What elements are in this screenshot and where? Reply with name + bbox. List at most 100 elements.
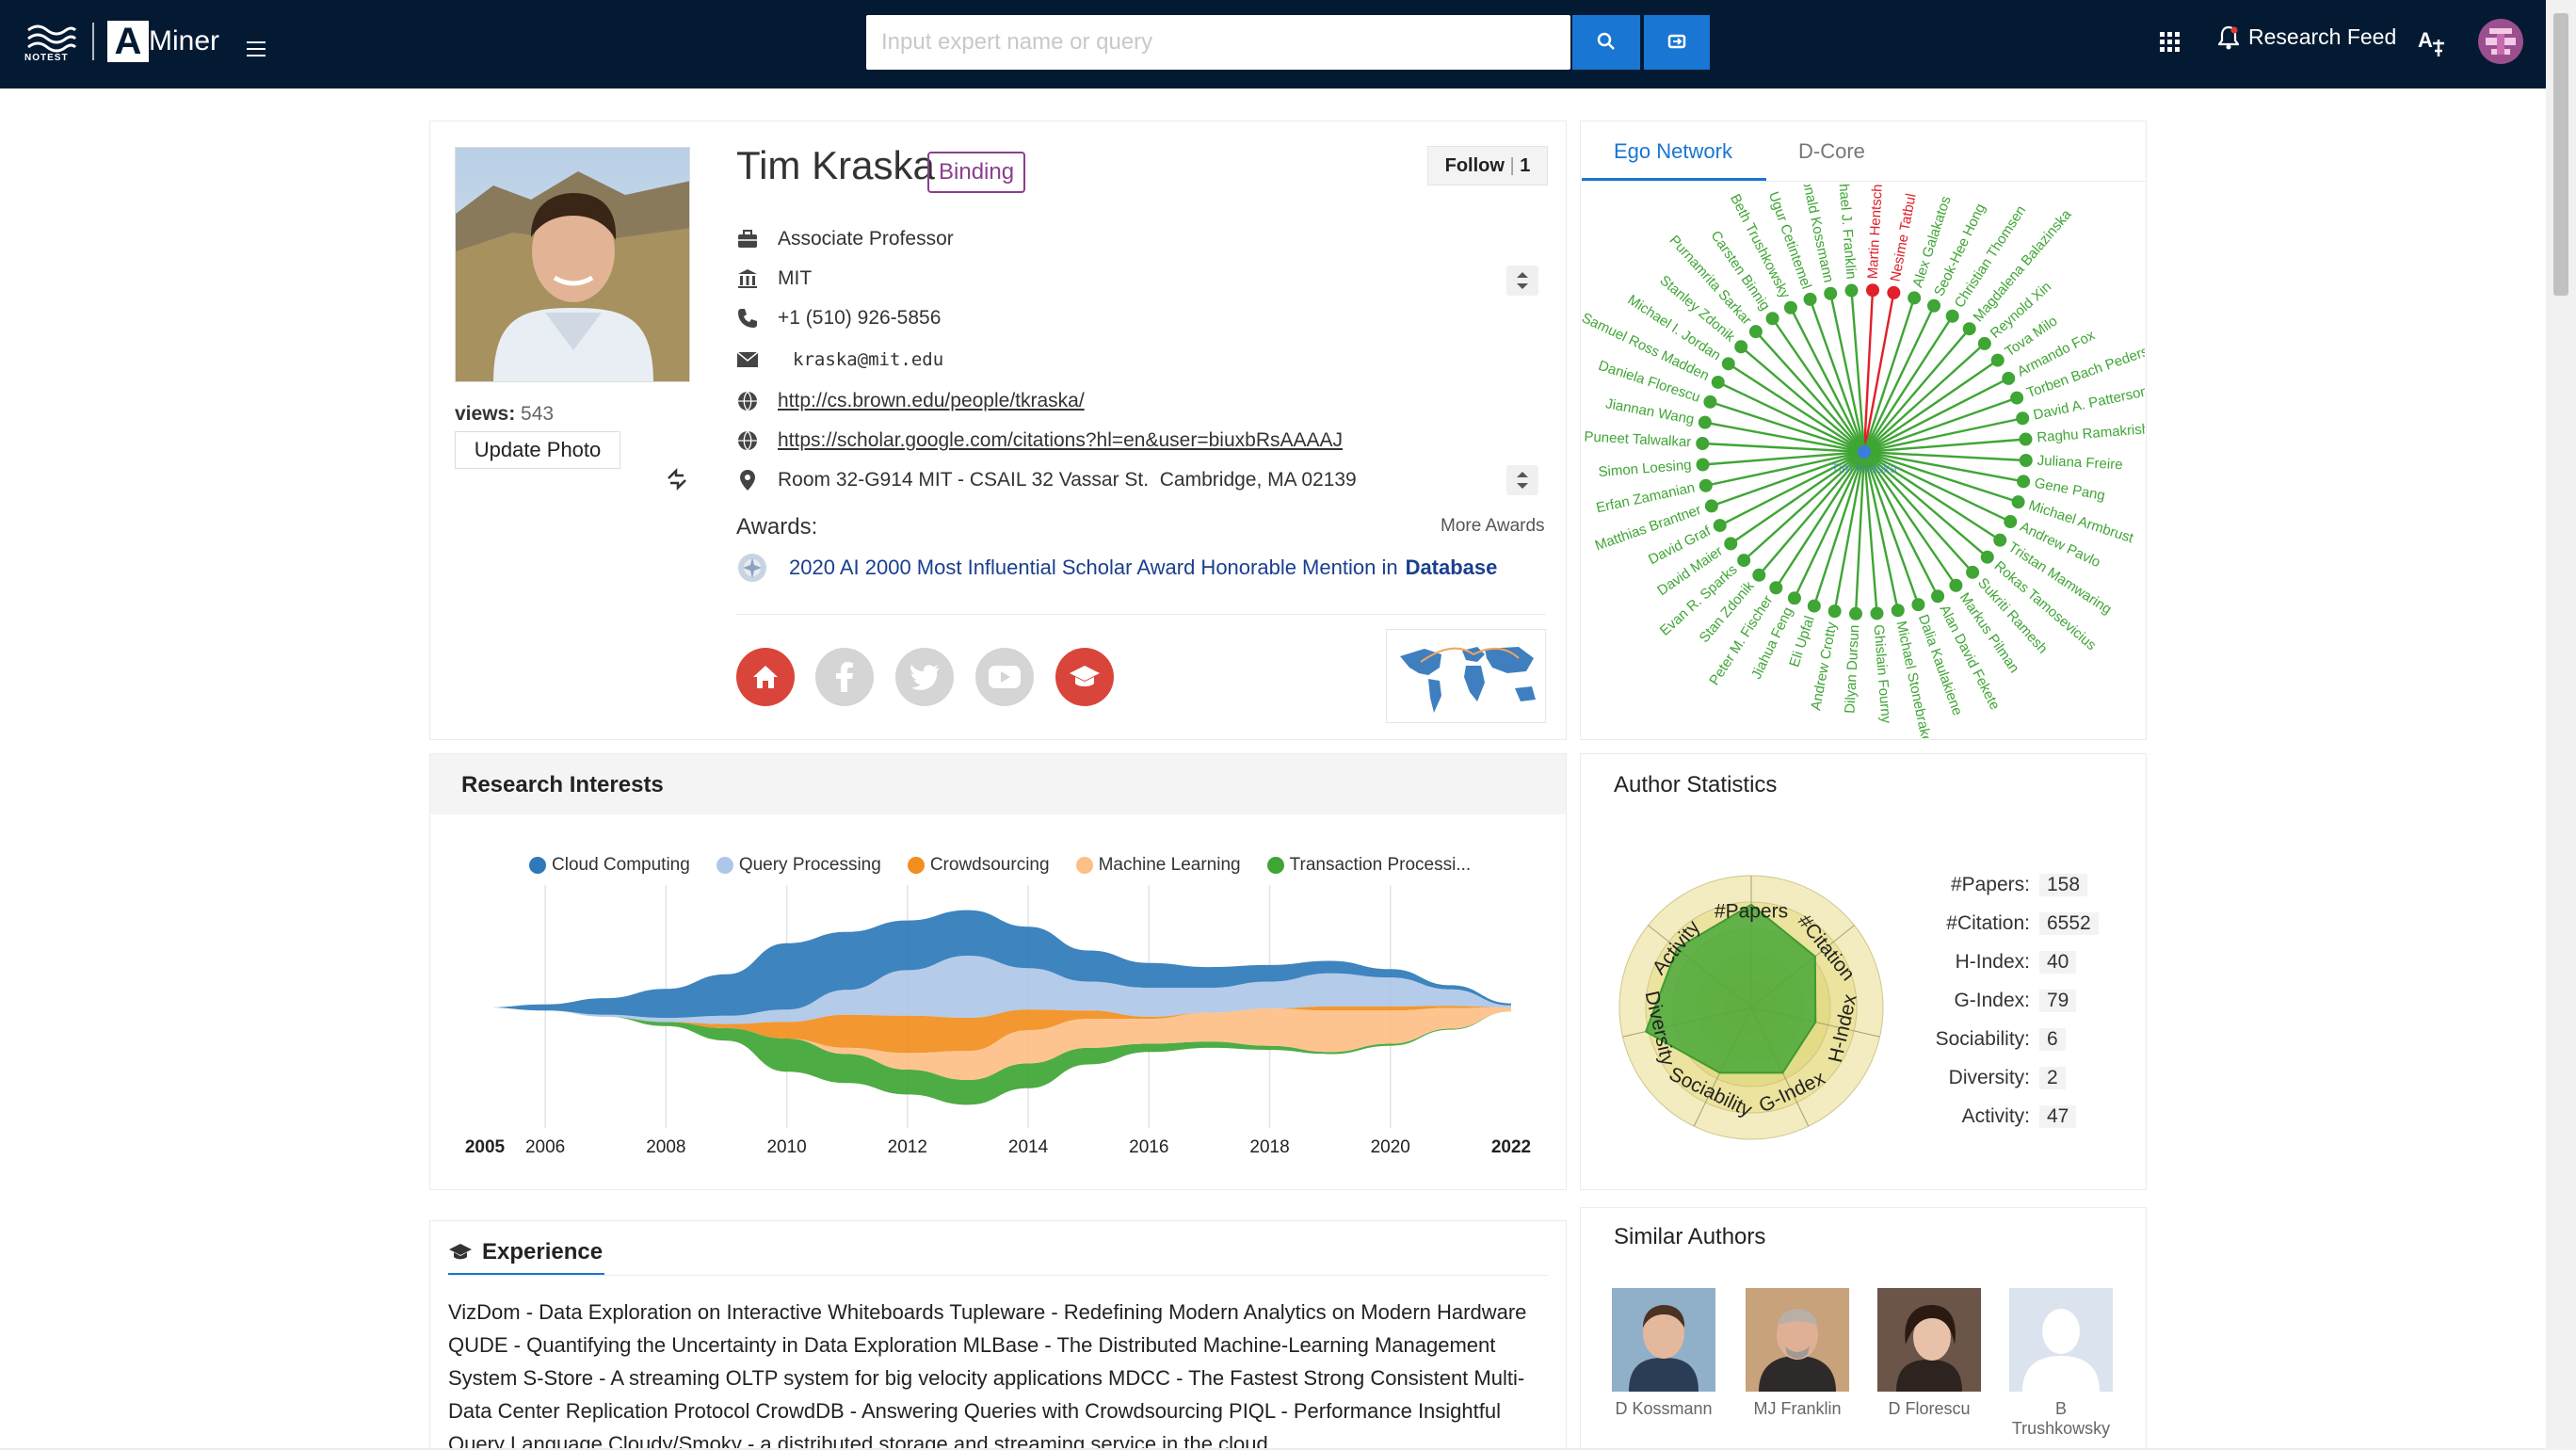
ego-node[interactable] [1866,283,1880,298]
ego-node[interactable] [2011,495,2025,509]
ego-node[interactable] [1765,312,1779,326]
ego-node[interactable] [1945,309,1959,323]
binding-badge[interactable]: Binding [927,152,1026,193]
ego-node[interactable] [1949,578,1963,592]
ego-node[interactable] [1870,606,1884,620]
world-map-thumbnail[interactable] [1386,629,1546,723]
homepage-social-button[interactable] [736,648,795,706]
ego-node[interactable] [1848,606,1862,620]
hamburger-menu-icon[interactable] [247,41,266,61]
ego-node[interactable] [2004,515,2018,529]
expert-search-input[interactable] [866,15,1570,70]
ego-node[interactable] [1844,283,1859,298]
tab-d-core[interactable]: D-Core [1798,139,1865,164]
apps-grid-icon[interactable] [2160,32,2181,53]
ego-node[interactable] [2002,371,2016,385]
avatar[interactable] [2478,19,2523,64]
similar-author-card[interactable]: MJ Franklin [1746,1288,1849,1419]
ego-node[interactable] [1977,336,1991,350]
ego-node-label[interactable]: Gene Pang [2033,475,2106,505]
ego-node[interactable] [1887,285,1901,299]
ego-node[interactable] [1783,300,1797,314]
address-expand-toggle[interactable] [1506,465,1538,495]
author-statistics-radar[interactable]: #Papers #CitationH-IndexG-IndexSociabilit… [1601,857,1902,1158]
ego-node[interactable] [1696,458,1710,472]
legend-item[interactable]: Crowdsourcing [907,855,1050,876]
education-button[interactable] [1055,648,1114,706]
ego-node-label[interactable]: Dilyan Dursun [1842,624,1862,714]
homepage-link[interactable]: http://cs.brown.edu/people/tkraska/ [778,390,1085,412]
follow-button[interactable]: Follow | 1 [1427,146,1548,185]
page-scrollbar[interactable] [2546,0,2576,1450]
ego-node[interactable] [1980,550,1994,564]
ego-node[interactable] [1713,519,1727,533]
ego-node-label[interactable]: Martin Hentsch [1865,185,1886,280]
ego-node[interactable] [1990,353,2004,367]
ego-node[interactable] [1711,375,1725,389]
translate-icon[interactable]: A [2416,26,2448,58]
similar-author-card[interactable]: D Florescu [1877,1288,1981,1419]
logo-group[interactable]: NOTEST A Miner [24,21,219,64]
ego-node[interactable] [1993,533,2007,547]
research-feed-link[interactable]: Research Feed [2218,24,2396,50]
ego-node-label[interactable]: Simon Loesing [1598,457,1692,480]
scrollbar-thumb[interactable] [2553,13,2568,296]
ego-node[interactable] [1724,537,1738,551]
legend-item[interactable]: Query Processing [716,855,881,876]
ego-node[interactable] [1827,604,1842,619]
legend-item[interactable]: Cloud Computing [529,855,690,876]
ego-node-label[interactable]: Puneet Talwalkar [1584,428,1692,450]
similar-author-card[interactable]: B Trushkowsky [2009,1288,2113,1439]
ego-node[interactable] [1927,298,1941,313]
ego-node[interactable] [1703,395,1717,409]
ego-node[interactable] [2016,411,2030,426]
ego-node[interactable] [1787,591,1801,605]
similar-author-card[interactable]: D Kossmann [1612,1288,1715,1419]
research-interests-streamgraph[interactable]: 2005 2006 2008 2010 2012 2014 2016 2018 2020 2022 [443,885,1554,1168]
award-item[interactable]: 2020 AI 2000 Most Influential Scholar Aw… [736,552,1497,584]
ego-node[interactable] [1769,581,1783,595]
youtube-button[interactable] [975,648,1034,706]
ego-node[interactable] [2010,391,2024,405]
ego-node[interactable] [1911,598,1925,612]
ego-node-label[interactable]: Michael J. Franklin [1834,185,1860,280]
ego-node[interactable] [1699,478,1713,492]
legend-item[interactable]: Transaction Processi... [1266,855,1471,876]
ego-node[interactable] [1824,286,1838,300]
facebook-button[interactable] [815,648,874,706]
search-button[interactable] [1572,15,1640,70]
twitter-button[interactable] [895,648,954,706]
ego-node[interactable] [1704,499,1718,513]
ego-node[interactable] [1807,599,1821,613]
ego-node[interactable] [2019,454,2033,468]
ego-node[interactable] [1962,322,1976,336]
refresh-sync-icon[interactable] [665,467,689,491]
ego-node[interactable] [1931,589,1945,604]
ego-network-graph[interactable]: Martin Hentsch Nesime TatbulAlex Galakato… [1582,185,2145,738]
ego-node[interactable] [1891,604,1905,618]
ego-node-label[interactable]: Ghislain Fourny [1870,624,1893,725]
scholar-link[interactable]: https://scholar.google.com/citations?hl=… [778,429,1343,452]
affiliation-expand-toggle[interactable] [1506,266,1538,296]
ego-node-label[interactable]: Juliana Freire [2037,453,2123,474]
ego-node[interactable] [1748,325,1763,339]
ego-node[interactable] [2017,475,2031,489]
ego-node[interactable] [1696,436,1710,450]
ego-node[interactable] [2019,432,2033,446]
ego-node[interactable] [1908,291,1922,305]
switch-search-button[interactable] [1644,15,1710,70]
ego-node[interactable] [1734,340,1748,354]
ego-node-label[interactable]: Raghu Ramakrishnan [2037,419,2145,445]
ego-node[interactable] [1803,292,1817,306]
ego-node[interactable] [1721,357,1735,371]
update-photo-button[interactable]: Update Photo [455,431,620,469]
ego-node[interactable] [1752,568,1766,582]
tab-ego-network[interactable]: Ego Network [1614,139,1732,164]
ego-center-node[interactable] [1858,445,1871,459]
ego-node[interactable] [1737,554,1751,568]
more-awards-link[interactable]: More Awards [1441,516,1545,537]
legend-item[interactable]: Machine Learning [1075,855,1241,876]
ego-node[interactable] [1698,415,1712,429]
ego-node[interactable] [1966,565,1980,579]
aminer-logo[interactable]: A Miner [107,21,219,62]
